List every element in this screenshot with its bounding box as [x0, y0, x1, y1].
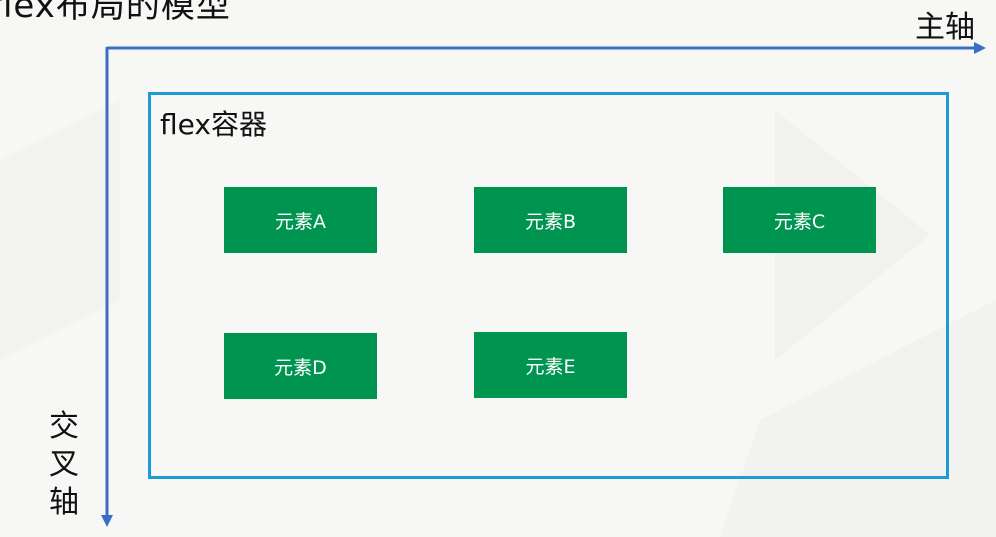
- item-a: 元素A: [224, 187, 377, 253]
- item-d: 元素D: [224, 333, 377, 399]
- item-c: 元素C: [723, 187, 876, 253]
- main-axis-arrowhead: [974, 42, 986, 54]
- flex-container: flex容器 元素A 元素B 元素C 元素D 元素E: [148, 92, 949, 479]
- item-b: 元素B: [474, 187, 627, 253]
- container-label: flex容器: [160, 108, 267, 141]
- cross-axis-arrowhead: [101, 515, 113, 527]
- cross-axis-label: 交叉轴: [49, 409, 79, 520]
- item-e: 元素E: [474, 332, 627, 398]
- main-axis-label: 主轴: [915, 10, 975, 45]
